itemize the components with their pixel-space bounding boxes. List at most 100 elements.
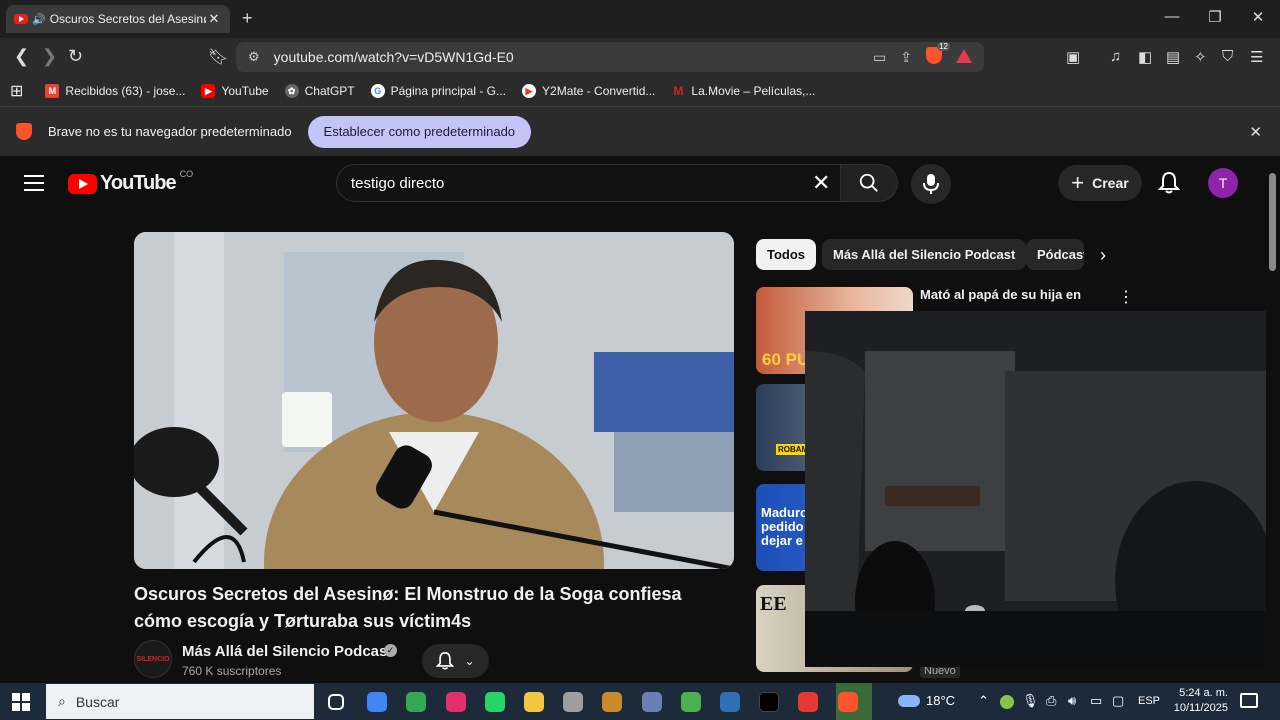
- close-window-button[interactable]: ✕: [1238, 8, 1278, 26]
- cast-icon[interactable]: ▭: [873, 49, 886, 66]
- reader-mode-icon[interactable]: ▣: [1066, 48, 1080, 66]
- tab-title: Oscuros Secretos del Asesinø: [49, 12, 206, 26]
- camera-overlay[interactable]: [805, 311, 1280, 667]
- clock[interactable]: 5:24 a. m. 10/11/2025: [1168, 686, 1228, 716]
- url-text[interactable]: youtube.com/watch?v=vD5WN1Gd-E0: [274, 49, 859, 65]
- volume-icon[interactable]: 🔊︎: [1068, 693, 1076, 709]
- bookmark-icon[interactable]: 🔖︎: [208, 47, 228, 67]
- app-icon[interactable]: [602, 692, 623, 712]
- camera-frame: [805, 311, 1280, 667]
- chip-channel[interactable]: Más Allá del Silencio Podcast: [822, 239, 1027, 270]
- tiktok-icon[interactable]: [759, 692, 780, 712]
- maximize-button[interactable]: ❐: [1195, 8, 1235, 26]
- battery-icon[interactable]: ▭: [1090, 693, 1102, 709]
- clear-search-icon[interactable]: ✕: [812, 170, 830, 196]
- search-icon: ⌕: [58, 693, 66, 709]
- app-icon[interactable]: [641, 692, 662, 712]
- youtube-icon: ▶: [201, 84, 216, 98]
- gmail-icon: M: [45, 84, 60, 98]
- youtube-favicon-icon: [14, 14, 28, 24]
- chevron-down-icon: ⌄: [464, 654, 475, 668]
- chrome-icon[interactable]: [367, 692, 388, 712]
- speedometer-icon[interactable]: [563, 692, 584, 712]
- chip-podcasts[interactable]: Pódcasts: [1026, 239, 1084, 270]
- tab-close-icon[interactable]: ✕: [206, 11, 222, 27]
- google-icon: G: [370, 84, 385, 98]
- notifications-icon[interactable]: [1240, 693, 1258, 708]
- bookmark-lamovie[interactable]: M La.Movie – Películas,...: [671, 84, 815, 98]
- guide-menu-icon[interactable]: [24, 175, 44, 196]
- video-player[interactable]: [134, 232, 734, 569]
- site-info-icon[interactable]: ⚙: [248, 49, 260, 65]
- microphone-icon: [923, 174, 939, 194]
- subscription-bell-button[interactable]: ⌄: [422, 644, 489, 678]
- tray-chevron-icon[interactable]: ⌃: [978, 693, 989, 709]
- app-icon[interactable]: [720, 692, 740, 712]
- default-browser-infobar: Brave no es tu navegador predeterminado …: [0, 106, 1280, 156]
- sidebar-icon[interactable]: ◧: [1138, 48, 1152, 66]
- create-button[interactable]: + Crear: [1058, 165, 1142, 201]
- back-icon[interactable]: ❮: [14, 46, 29, 67]
- channel-name[interactable]: Más Allá del Silencio Podcast: [182, 643, 392, 660]
- recommendation-title[interactable]: Mató al papá de su hija en: [920, 287, 1100, 302]
- chrome-icon[interactable]: [406, 692, 427, 712]
- infobar-close-icon[interactable]: ✕: [1249, 123, 1262, 141]
- brave-shields-icon[interactable]: 12: [926, 42, 950, 67]
- plus-icon: +: [1071, 170, 1085, 195]
- network-icon[interactable]: ▢: [1112, 693, 1124, 709]
- whatsapp-icon[interactable]: [484, 692, 505, 712]
- bookmark-gmail[interactable]: M Recibidos (63) - jose...: [45, 84, 185, 98]
- shields-count: 12: [937, 42, 950, 51]
- notifications-button[interactable]: [1157, 171, 1181, 200]
- wallet-icon[interactable]: ▤: [1166, 48, 1180, 66]
- minimize-button[interactable]: —: [1152, 8, 1192, 25]
- set-default-button[interactable]: Establecer como predeterminado: [307, 115, 532, 148]
- tray-app-icon[interactable]: [1000, 695, 1014, 709]
- camera-tray-icon[interactable]: ⎙: [1046, 693, 1056, 709]
- media-icon[interactable]: ♫: [1110, 48, 1121, 65]
- more-options-icon[interactable]: ⋮: [1118, 287, 1134, 307]
- bookmark-google[interactable]: G Página principal - G...: [370, 84, 506, 98]
- audio-playing-icon[interactable]: 🔊: [32, 13, 46, 26]
- task-view-icon[interactable]: [328, 694, 344, 710]
- account-avatar[interactable]: T: [1208, 168, 1238, 198]
- bell-icon: [436, 651, 455, 670]
- chip-todos[interactable]: Todos: [756, 239, 817, 270]
- bookmark-youtube[interactable]: ▶ YouTube: [201, 84, 269, 98]
- share-icon[interactable]: ⇪: [900, 49, 912, 66]
- forward-icon[interactable]: ❯: [42, 46, 57, 67]
- lamovie-icon: M: [673, 84, 684, 98]
- bookmark-chatgpt[interactable]: ✿ ChatGPT: [284, 84, 355, 98]
- file-explorer-icon[interactable]: [524, 692, 544, 712]
- weather-widget[interactable]: 18°C: [898, 693, 955, 708]
- subscriber-count: 760 K suscriptores: [182, 664, 282, 678]
- taskbar-search[interactable]: ⌕ Buscar: [46, 684, 314, 719]
- vpn-icon[interactable]: ⛉: [1222, 48, 1233, 65]
- y2mate-icon: ▶: [522, 84, 537, 98]
- windows-start-icon[interactable]: [12, 693, 30, 711]
- chevron-right-icon[interactable]: ›: [1100, 245, 1106, 266]
- search-input[interactable]: testigo directo: [336, 164, 846, 202]
- scroll-thumb[interactable]: [1269, 173, 1276, 271]
- brave-icon[interactable]: [837, 692, 858, 712]
- channel-avatar[interactable]: SILENCIO: [134, 640, 172, 678]
- language-indicator[interactable]: ESP: [1138, 695, 1160, 707]
- reload-icon[interactable]: ↻: [68, 46, 83, 67]
- address-bar[interactable]: ⚙ youtube.com/watch?v=vD5WN1Gd-E0 ▭ ⇪ 12: [236, 42, 984, 72]
- search-button[interactable]: [840, 164, 898, 202]
- leo-ai-icon[interactable]: ✧: [1194, 48, 1207, 66]
- app-icon[interactable]: [798, 692, 819, 712]
- bookmark-y2mate[interactable]: ▶ Y2Mate - Convertid...: [522, 84, 655, 98]
- voice-search-button[interactable]: [911, 164, 951, 204]
- bookmarks-bar: ⊞ M Recibidos (63) - jose... ▶ YouTube ✿ Ch…: [0, 76, 1280, 106]
- sims-plumbob-icon[interactable]: [680, 692, 701, 712]
- instagram-icon[interactable]: [445, 692, 466, 712]
- apps-grid-icon[interactable]: ⊞: [10, 81, 23, 101]
- infobar-message: Brave no es tu navegador predeterminado: [48, 124, 292, 139]
- youtube-logo[interactable]: YouTube CO: [68, 169, 193, 195]
- browser-tab[interactable]: 🔊 Oscuros Secretos del Asesinø ✕: [6, 5, 230, 33]
- new-tab-button[interactable]: +: [242, 8, 253, 29]
- menu-icon[interactable]: ☰: [1250, 48, 1263, 66]
- brave-rewards-icon[interactable]: [956, 48, 972, 66]
- microphone-tray-icon[interactable]: 🎙︎: [1022, 693, 1039, 709]
